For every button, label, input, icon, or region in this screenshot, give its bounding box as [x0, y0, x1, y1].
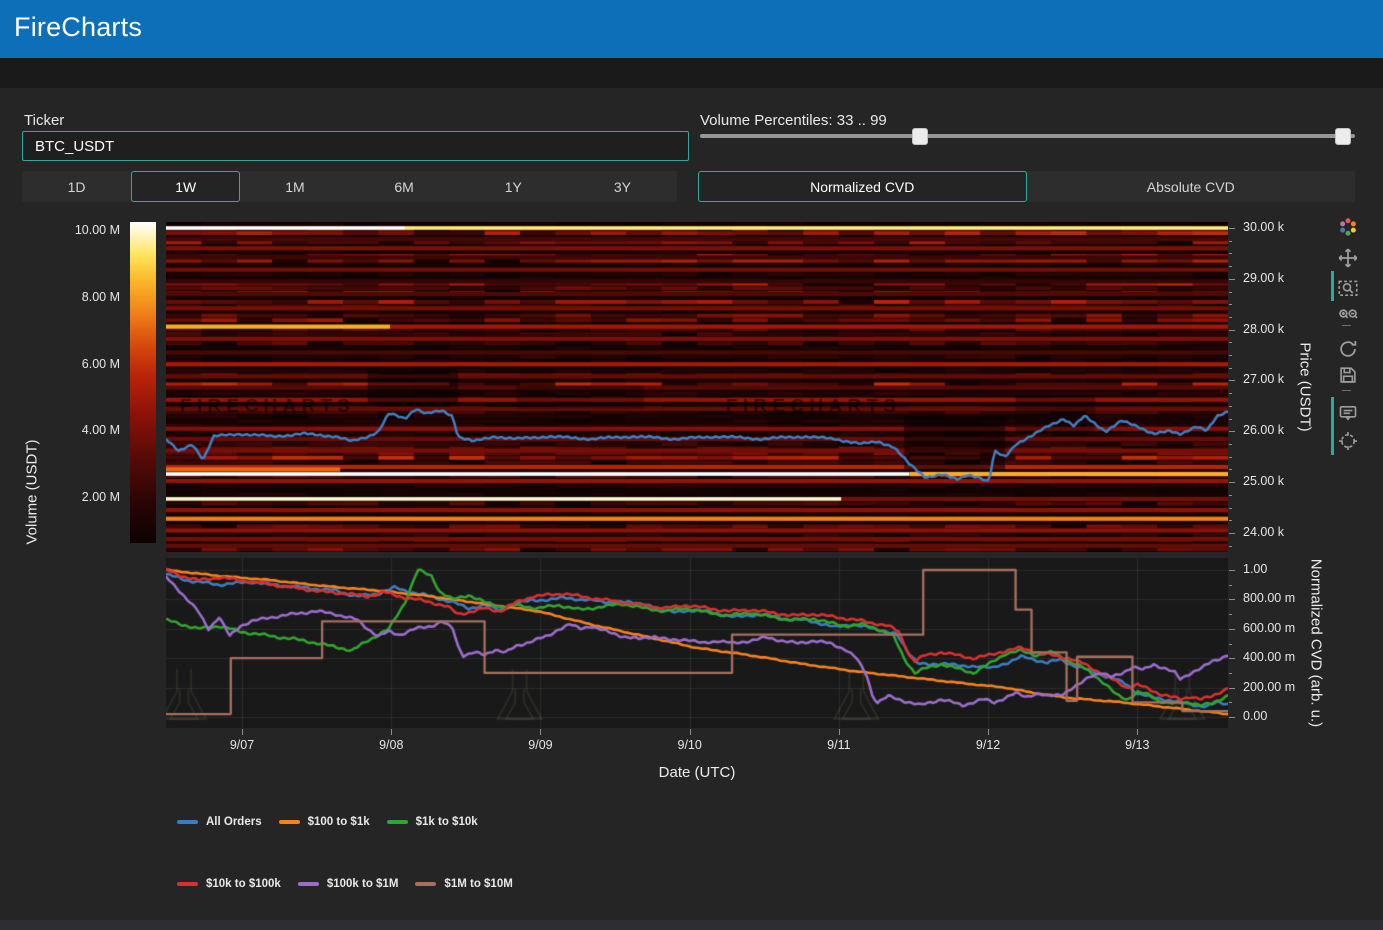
legend-color-dash [177, 820, 198, 824]
legend-label: $1M to $10M [444, 878, 512, 890]
box-zoom-icon[interactable] [1338, 277, 1358, 297]
legend-label: $1k to $10k [416, 816, 478, 828]
range-button-1w[interactable]: 1W [131, 171, 240, 202]
range-button-3y[interactable]: 3Y [568, 171, 677, 202]
volume-percentiles-slider-track[interactable] [700, 134, 1355, 138]
legend-label: $100k to $1M [327, 878, 399, 890]
legend-label: $100 to $1k [308, 816, 370, 828]
x-axis-title: Date (UTC) [166, 764, 1228, 781]
firecharts-app: FireCharts Ticker Volume Percentiles: 33… [0, 0, 1383, 930]
volume-colorbar [130, 222, 156, 543]
legend-color-dash [387, 820, 408, 824]
legend-row-1: All Orders $100 to $1k $1k to $10k [177, 816, 478, 828]
app-title: FireCharts [14, 12, 142, 43]
footer-strip [0, 920, 1383, 930]
legend-label: All Orders [206, 816, 262, 828]
modebar-separator [1342, 325, 1351, 326]
reset-axes-icon[interactable] [1338, 339, 1358, 359]
legend-color-dash [298, 882, 319, 886]
range-button-group: 1D1W1M6M1Y3Y [22, 171, 677, 202]
app-header: FireCharts [0, 0, 1383, 58]
cvd-line-chart[interactable] [166, 558, 1228, 728]
legend-item[interactable]: $1k to $10k [387, 816, 478, 828]
pan-icon[interactable] [1338, 248, 1358, 268]
legend-color-dash [415, 882, 436, 886]
legend-color-dash [279, 820, 300, 824]
legend-color-dash [177, 882, 198, 886]
modebar-active-indicator [1331, 271, 1334, 301]
volume-percentiles-label: Volume Percentiles: 33 .. 99 [700, 112, 887, 129]
plotly-logo-icon[interactable] [1338, 217, 1358, 237]
cvd-button-absolute-cvd[interactable]: Absolute CVD [1027, 171, 1356, 202]
range-button-1y[interactable]: 1Y [459, 171, 568, 202]
volume-axis-title: Volume (USDT) [24, 439, 41, 544]
slider-handle-low[interactable] [912, 128, 928, 145]
slider-handle-high[interactable] [1335, 128, 1351, 145]
legend-item[interactable]: $100 to $1k [279, 816, 370, 828]
volume-heatmap-chart[interactable] [166, 222, 1228, 552]
legend-item[interactable]: $10k to $100k [177, 878, 281, 890]
range-button-1m[interactable]: 1M [240, 171, 349, 202]
range-button-6m[interactable]: 6M [350, 171, 459, 202]
price-axis-title: Price (USDT) [1297, 342, 1314, 431]
modebar-active-indicator [1331, 397, 1334, 455]
legend-item[interactable]: $1M to $10M [415, 878, 512, 890]
zoom-in-out-icon[interactable] [1338, 306, 1358, 326]
toggle-hover-icon[interactable] [1338, 403, 1358, 423]
range-button-1d[interactable]: 1D [22, 171, 131, 202]
toggle-spikelines-icon[interactable] [1338, 431, 1358, 451]
modebar-separator [1342, 390, 1351, 391]
cvd-button-normalized-cvd[interactable]: Normalized CVD [698, 171, 1027, 202]
cvd-mode-button-group: Normalized CVDAbsolute CVD [698, 171, 1355, 202]
cvd-axis-title: Normalized CVD (arb. u.) [1308, 559, 1325, 727]
legend-row-2: $10k to $100k $100k to $1M $1M to $10M [177, 878, 513, 890]
legend-label: $10k to $100k [206, 878, 281, 890]
legend-item[interactable]: $100k to $1M [298, 878, 399, 890]
ticker-label: Ticker [24, 112, 64, 129]
save-image-icon[interactable] [1338, 365, 1358, 385]
ticker-input[interactable] [22, 131, 689, 161]
legend-item[interactable]: All Orders [177, 816, 262, 828]
